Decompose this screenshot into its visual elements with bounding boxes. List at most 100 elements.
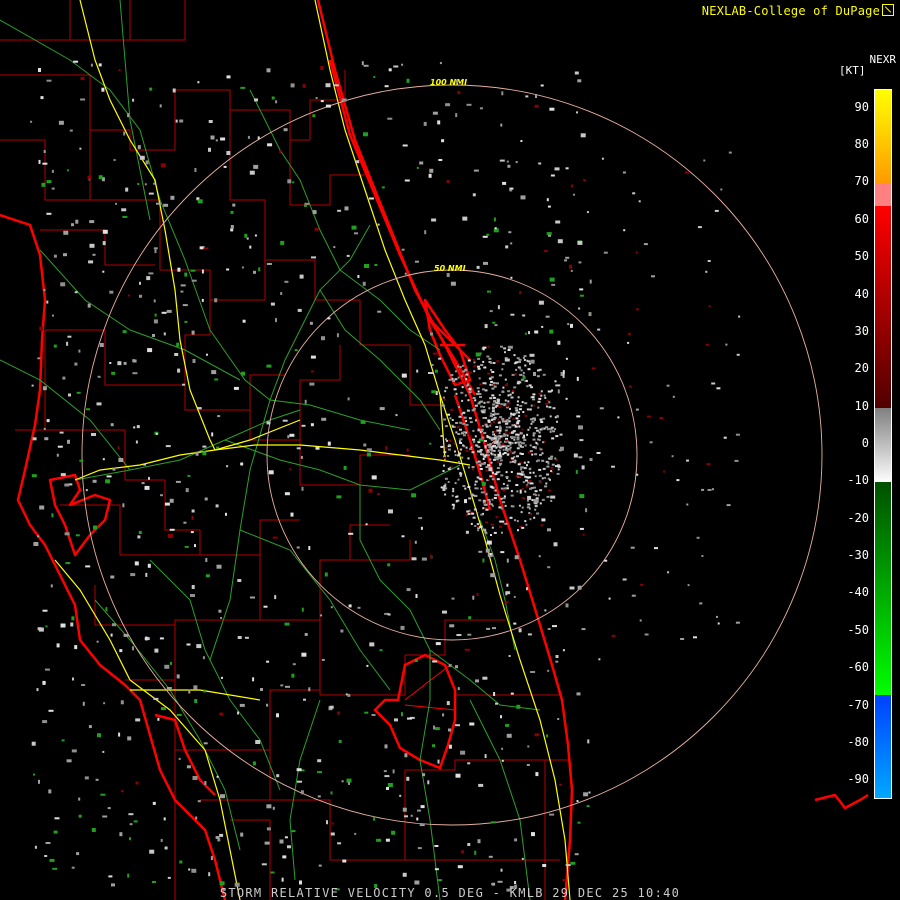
radar-echo-pixel bbox=[489, 383, 492, 386]
radar-echo-pixel bbox=[90, 63, 93, 67]
radar-echo-pixel bbox=[520, 442, 524, 445]
radar-echo-pixel bbox=[230, 225, 234, 229]
radar-echo-pixel bbox=[497, 494, 500, 497]
radar-echo-pixel bbox=[555, 415, 559, 418]
radar-echo-pixel bbox=[290, 83, 295, 88]
radar-echo-pixel bbox=[546, 465, 550, 468]
radar-echo-pixel bbox=[565, 256, 570, 259]
radar-echo-pixel bbox=[706, 463, 711, 466]
radar-echo-pixel bbox=[193, 685, 198, 690]
radar-echo-pixel bbox=[434, 845, 439, 847]
radar-echo-pixel bbox=[404, 272, 407, 275]
radar-echo-pixel bbox=[473, 169, 479, 172]
radar-echo-pixel bbox=[377, 493, 380, 496]
radar-echo-pixel bbox=[554, 167, 560, 171]
radar-echo-pixel bbox=[518, 628, 522, 633]
radar-echo-pixel bbox=[301, 769, 305, 772]
radar-echo-pixel bbox=[456, 634, 462, 636]
radar-echo-pixel bbox=[488, 446, 492, 449]
radar-echo-pixel bbox=[30, 120, 33, 123]
radar-echo-pixel bbox=[202, 445, 207, 448]
radar-echo-pixel bbox=[540, 84, 544, 87]
radar-echo-pixel bbox=[351, 225, 357, 230]
radar-echo-pixel bbox=[138, 531, 142, 534]
radar-echo-pixel bbox=[627, 341, 630, 344]
radar-echo-pixel bbox=[300, 455, 303, 459]
radar-echo-pixel bbox=[516, 447, 520, 450]
radar-echo-pixel bbox=[485, 532, 488, 535]
radar-echo-pixel bbox=[317, 771, 322, 774]
radar-echo-pixel bbox=[501, 747, 504, 750]
radar-echo-pixel bbox=[453, 442, 456, 445]
radar-echo-pixel bbox=[490, 452, 493, 455]
radar-echo-pixel bbox=[493, 385, 497, 388]
radar-echo-pixel bbox=[191, 868, 197, 873]
radar-echo-pixel bbox=[585, 508, 588, 513]
radar-echo-pixel bbox=[89, 243, 95, 248]
radar-echo-pixel bbox=[452, 487, 455, 490]
radar-echo-pixel bbox=[42, 720, 48, 724]
radar-echo-pixel bbox=[71, 749, 77, 753]
radar-echo-pixel bbox=[264, 841, 270, 845]
radar-echo-pixel bbox=[149, 849, 155, 854]
radar-echo-pixel bbox=[482, 528, 486, 531]
radar-echo-pixel bbox=[78, 814, 82, 818]
radar-echo-pixel bbox=[498, 503, 502, 506]
radar-echo-pixel bbox=[127, 113, 130, 118]
radar-echo-pixel bbox=[500, 345, 503, 348]
radar-echo-pixel bbox=[33, 542, 39, 546]
radar-echo-pixel bbox=[525, 479, 528, 482]
radar-echo-pixel bbox=[502, 448, 505, 451]
radar-echo-pixel bbox=[537, 406, 540, 409]
radar-echo-pixel bbox=[622, 171, 626, 174]
radar-echo-pixel bbox=[518, 504, 521, 507]
radar-echo-pixel bbox=[296, 447, 301, 450]
radar-echo-pixel bbox=[493, 692, 496, 696]
radar-echo-pixel bbox=[529, 426, 531, 429]
radar-echo-pixel bbox=[576, 415, 581, 418]
radar-echo-pixel bbox=[468, 616, 472, 620]
radar-echo-pixel bbox=[738, 315, 741, 318]
radar-echo-pixel bbox=[206, 353, 208, 356]
radar-echo-pixel bbox=[61, 739, 65, 742]
radar-echo-pixel bbox=[589, 458, 593, 461]
radar-echo-pixel bbox=[478, 377, 481, 380]
radar-echo-pixel bbox=[461, 386, 464, 389]
radar-echo-pixel bbox=[505, 426, 508, 429]
radar-echo-pixel bbox=[477, 523, 480, 526]
radar-echo-pixel bbox=[543, 394, 546, 397]
radar-echo-pixel bbox=[310, 423, 314, 427]
radar-echo-pixel bbox=[565, 397, 568, 400]
radar-echo-pixel bbox=[45, 842, 51, 844]
radar-echo-pixel bbox=[534, 490, 538, 493]
radar-echo-pixel bbox=[172, 88, 176, 93]
radar-echo-pixel bbox=[434, 727, 440, 731]
radar-echo-pixel bbox=[97, 375, 101, 378]
radar-echo-pixel bbox=[136, 425, 140, 429]
radar-echo-pixel bbox=[145, 572, 148, 577]
radar-echo-pixel bbox=[520, 471, 524, 473]
radar-echo-pixel bbox=[490, 412, 493, 415]
radar-echo-pixel bbox=[363, 443, 367, 447]
radar-echo-pixel bbox=[549, 415, 552, 418]
radar-echo-pixel bbox=[379, 407, 385, 411]
color-bar-segment bbox=[875, 90, 891, 184]
radar-echo-pixel bbox=[482, 382, 487, 385]
radar-echo-pixel bbox=[459, 474, 462, 477]
radar-echo-pixel bbox=[479, 383, 483, 386]
radar-echo-pixel bbox=[542, 864, 547, 867]
radar-echo-pixel bbox=[250, 596, 255, 599]
radar-echo-pixel bbox=[64, 532, 70, 536]
radar-echo-pixel bbox=[249, 245, 252, 249]
radar-echo-pixel bbox=[451, 503, 455, 506]
radar-echo-pixel bbox=[282, 855, 287, 859]
radar-echo-pixel bbox=[544, 476, 547, 479]
radar-echo-pixel bbox=[526, 464, 528, 467]
radar-echo-pixel bbox=[483, 401, 486, 404]
radar-echo-pixel bbox=[417, 809, 421, 812]
radar-echo-pixel bbox=[535, 94, 537, 98]
radar-echo-pixel bbox=[498, 394, 501, 396]
radar-echo-pixel bbox=[475, 679, 479, 683]
radar-echo-pixel bbox=[527, 428, 530, 431]
radar-echo-pixel bbox=[414, 540, 417, 544]
